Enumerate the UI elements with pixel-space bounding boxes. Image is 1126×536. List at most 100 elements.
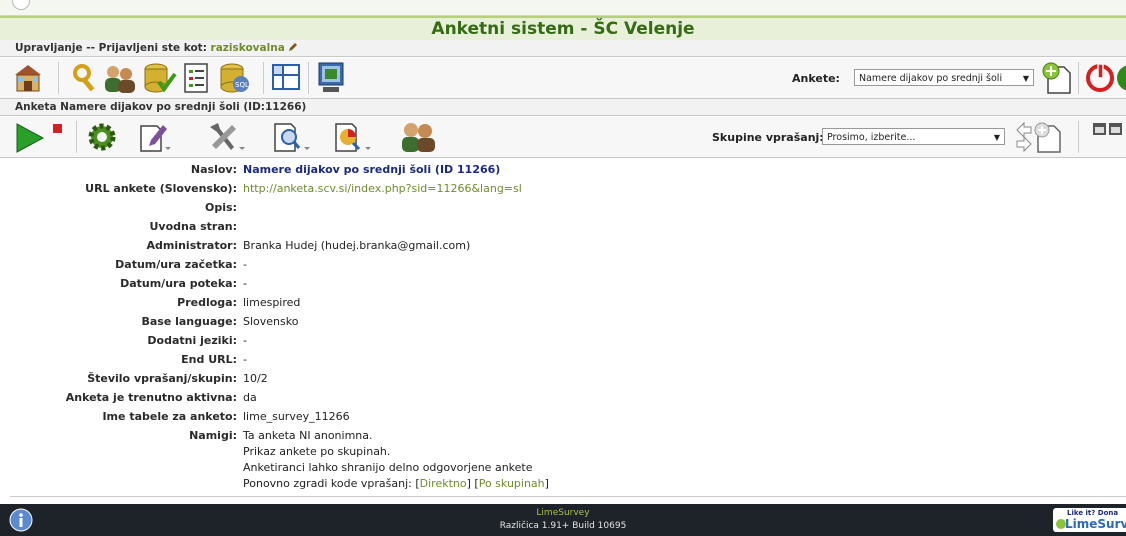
footer: LimeSurvey Različica 1.91+ Build 10695 L…: [0, 504, 1126, 536]
admin-bar-prefix: Upravljanje -- Prijavljeni ste kot:: [15, 42, 207, 54]
additional-languages-value: -: [243, 334, 247, 347]
end-url-label: End URL:: [181, 353, 237, 366]
layout-icon[interactable]: [317, 61, 349, 95]
home-icon[interactable]: [13, 63, 43, 93]
row-question-count: Število vprašanj/skupin: 10/2: [0, 372, 1126, 391]
app-title: Anketni sistem - ŠC Velenje: [431, 19, 695, 39]
main-toolbar: SQL Ankete: Namere dijakov po srednji šo…: [0, 58, 1126, 99]
user-groups-icon[interactable]: [102, 62, 138, 94]
pencil-icon[interactable]: [288, 42, 298, 52]
row-end-url: End URL: -: [0, 353, 1126, 372]
survey-bar: Anketa Namere dijakov po srednji šoli (I…: [0, 99, 1126, 116]
hint-regenerate-label: Ponovno zgradi kode vprašanj:: [243, 477, 412, 490]
hint-group-display: Prikaz ankete po skupinah.: [243, 445, 391, 458]
survey-select[interactable]: Namere dijakov po srednji šoli ▼: [854, 69, 1034, 86]
help-circle-icon: [12, 0, 30, 10]
groups-select-value: Prosimo, izberite...: [827, 132, 916, 143]
donate-label: Like it? Dona: [1067, 509, 1119, 517]
start-date-label: Datum/ura začetka:: [115, 258, 237, 271]
end-url-value: -: [243, 353, 247, 366]
active-value: da: [243, 391, 257, 404]
divider: [10, 496, 1126, 497]
regenerate-direct-link[interactable]: Direktno: [420, 477, 467, 490]
chevron-down-icon: ▼: [1022, 74, 1029, 83]
table-name-value: lime_survey_11266: [243, 410, 350, 423]
survey-bar-title: Anketa Namere dijakov po srednji šoli (I…: [15, 101, 307, 113]
regenerate-by-group-link[interactable]: Po skupinah: [479, 477, 545, 490]
row-hints: Namigi: Ta anketa NI anonimna. Prikaz an…: [0, 429, 1126, 499]
row-description: Opis:: [0, 201, 1126, 220]
chevron-down-icon: ▼: [993, 133, 1000, 142]
browse-responses-icon[interactable]: [271, 121, 311, 153]
toolbar-separator: [58, 62, 59, 94]
active-label: Anketa je trenutno aktivna:: [65, 391, 237, 404]
survey-select-value: Namere dijakov po srednji šoli: [859, 73, 1003, 84]
activate-icon[interactable]: [14, 121, 70, 153]
row-end-date: Datum/ura poteka: -: [0, 277, 1126, 296]
donate-button[interactable]: Like it? Dona LimeSurv: [1053, 508, 1126, 532]
row-welcome: Uvodna stran:: [0, 220, 1126, 239]
question-count-value: 10/2: [243, 372, 268, 385]
table-name-label: Ime tabele za anketo:: [102, 410, 237, 423]
hint-save-partial: Anketiranci lahko shranijo delno odgovor…: [243, 461, 533, 474]
start-date-value: -: [243, 258, 247, 271]
add-survey-icon[interactable]: [1040, 61, 1074, 95]
logout-icon[interactable]: [1085, 62, 1117, 94]
row-template: Predloga: limespired: [0, 296, 1126, 315]
title-value: Namere dijakov po srednji šoli (ID 11266…: [243, 163, 501, 176]
survey-select-label: Ankete:: [792, 72, 840, 85]
template-value: limespired: [243, 296, 301, 309]
welcome-label: Uvodna stran:: [149, 220, 237, 233]
end-date-value: -: [243, 277, 247, 290]
row-start-date: Datum/ura začetka: -: [0, 258, 1126, 277]
minimize-icon[interactable]: [1092, 122, 1126, 142]
toolbar-separator: [308, 62, 309, 94]
row-url: URL ankete (Slovensko): http://anketa.sc…: [0, 182, 1126, 201]
row-table-name: Ime tabele za anketo: lime_survey_11266: [0, 410, 1126, 429]
url-label: URL ankete (Slovensko):: [85, 182, 237, 195]
row-active: Anketa je trenutno aktivna: da: [0, 391, 1126, 410]
groups-select-label: Skupine vprašanj:: [712, 131, 824, 144]
toolbar-separator: [263, 62, 264, 94]
statistics-icon[interactable]: [332, 121, 372, 153]
base-language-value: Slovensko: [243, 315, 299, 328]
sql-icon[interactable]: SQL: [219, 62, 251, 94]
status-icon[interactable]: [1114, 62, 1126, 94]
survey-url-link[interactable]: http://anketa.scv.si/index.php?sid=11266…: [243, 182, 522, 195]
row-admin: Administrator: Branka Hudej (hudej.brank…: [0, 239, 1126, 258]
tools-icon[interactable]: [206, 121, 246, 153]
data-check-icon[interactable]: [143, 62, 177, 94]
username-label: raziskovalna: [210, 42, 285, 54]
users-icon[interactable]: [70, 62, 102, 94]
description-label: Opis:: [205, 201, 237, 214]
add-group-icon[interactable]: [1012, 120, 1074, 154]
additional-languages-label: Dodatni jeziki:: [147, 334, 237, 347]
row-title: Naslov: Namere dijakov po srednji šoli (…: [0, 163, 1126, 182]
svg-text:SQL: SQL: [235, 81, 249, 89]
toolbar-separator: [1078, 62, 1079, 94]
toolbar-separator: [76, 121, 77, 153]
participants-icon[interactable]: [399, 120, 439, 154]
toolbar-separator: [1078, 121, 1079, 153]
template-label: Predloga:: [177, 296, 237, 309]
admin-value: Branka Hudej (hudej.branka@gmail.com): [243, 239, 471, 252]
row-additional-languages: Dodatni jeziki: -: [0, 334, 1126, 353]
hints-label: Namigi:: [189, 429, 237, 442]
survey-details: Naslov: Namere dijakov po srednji šoli (…: [0, 159, 1126, 497]
base-language-label: Base language:: [141, 315, 237, 328]
admin-label: Administrator:: [146, 239, 237, 252]
label-sets-icon[interactable]: [181, 62, 211, 94]
footer-version: Različica 1.91+ Build 10695: [499, 521, 627, 531]
end-date-label: Datum/ura poteka:: [120, 277, 237, 290]
row-base-language: Base language: Slovensko: [0, 315, 1126, 334]
hint-anonymous: Ta anketa NI anonimna.: [243, 429, 373, 442]
app-title-bar: Anketni sistem - ŠC Velenje: [0, 16, 1126, 41]
groups-select[interactable]: Prosimo, izberite... ▼: [822, 128, 1005, 145]
title-label: Naslov:: [190, 163, 237, 176]
footer-product: LimeSurvey: [536, 508, 590, 518]
templates-icon[interactable]: [271, 62, 301, 92]
edit-icon[interactable]: [137, 121, 173, 153]
settings-icon[interactable]: [87, 122, 117, 152]
donate-logo-text: LimeSurv: [1065, 517, 1126, 531]
question-count-label: Število vprašanj/skupin:: [87, 372, 237, 385]
